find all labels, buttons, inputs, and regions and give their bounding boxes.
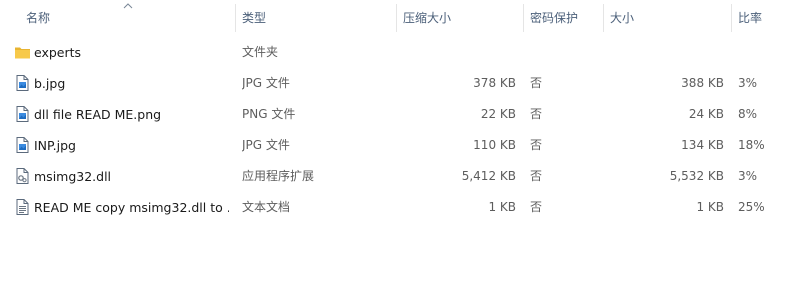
file-size: 1 KB (696, 200, 724, 214)
column-header-name[interactable]: 名称 (20, 0, 235, 37)
file-row-b-jpg[interactable]: b.jpg JPG 文件 378 KB 否 388 KB 3% (0, 68, 790, 99)
file-type: 文本文档 (242, 200, 291, 214)
image-file-icon (16, 75, 29, 91)
compressed-size: 22 KB (480, 107, 516, 121)
file-name: experts (34, 45, 82, 60)
text-file-icon (16, 199, 29, 215)
file-name: b.jpg (34, 76, 66, 91)
file-name-cell: msimg32.dll (14, 161, 229, 192)
compression-ratio: 8% (738, 107, 758, 121)
column-header-size[interactable]: 大小 (604, 0, 731, 37)
file-name: READ ME copy msimg32.dll to ... (34, 200, 229, 215)
file-name-cell: b.jpg (14, 68, 229, 99)
compression-ratio: 18% (738, 138, 765, 152)
file-size (606, 37, 724, 68)
file-name: dll file READ ME.png (34, 107, 162, 122)
file-size: 388 KB (681, 76, 724, 90)
compression-ratio: 25% (738, 200, 765, 214)
file-name-cell: INP.jpg (14, 130, 229, 161)
password-protected: 否 (530, 107, 543, 121)
file-size: 134 KB (681, 138, 724, 152)
password-protected: 否 (530, 169, 543, 183)
column-header-type[interactable]: 类型 (236, 0, 396, 37)
image-file-icon (16, 106, 29, 122)
password-protected: 否 (530, 138, 543, 152)
compression-ratio (738, 37, 788, 68)
file-name-cell: dll file READ ME.png (14, 99, 229, 130)
archive-file-list: 名称 类型 压缩大小 密码保护 大小 比率 experts 文件夹 b.jpg … (0, 0, 790, 282)
compression-ratio: 3% (738, 76, 758, 90)
file-row-dll-file-read-me-png[interactable]: dll file READ ME.png PNG 文件 22 KB 否 24 K… (0, 99, 790, 130)
password-protected: 否 (530, 76, 543, 90)
compressed-size: 5,412 KB (461, 169, 516, 183)
file-row-inp-jpg[interactable]: INP.jpg JPG 文件 110 KB 否 134 KB 18% (0, 130, 790, 161)
file-size: 5,532 KB (669, 169, 724, 183)
file-row-read-me-txt[interactable]: READ ME copy msimg32.dll to ... 文本文档 1 K… (0, 192, 790, 223)
file-type: JPG 文件 (242, 138, 290, 152)
file-name-cell: READ ME copy msimg32.dll to ... (14, 192, 229, 223)
compressed-size: 378 KB (473, 76, 516, 90)
password-protected (530, 37, 600, 68)
file-type: JPG 文件 (242, 76, 290, 90)
file-row-experts[interactable]: experts 文件夹 (0, 37, 790, 68)
file-name: msimg32.dll (34, 169, 112, 184)
compressed-size (396, 37, 516, 68)
folder-icon (15, 47, 30, 59)
image-file-icon (16, 137, 29, 153)
file-type: 文件夹 (242, 45, 279, 59)
column-header-ratio[interactable]: 比率 (732, 0, 790, 37)
column-header-compressed-size[interactable]: 压缩大小 (397, 0, 523, 37)
compressed-size: 110 KB (473, 138, 516, 152)
file-type: PNG 文件 (242, 107, 296, 121)
file-size: 24 KB (688, 107, 724, 121)
column-header-bar: 名称 类型 压缩大小 密码保护 大小 比率 (0, 0, 790, 37)
file-name-cell: experts (14, 37, 229, 68)
file-row-msimg32-dll[interactable]: msimg32.dll 应用程序扩展 5,412 KB 否 5,532 KB 3… (0, 161, 790, 192)
file-type: 应用程序扩展 (242, 169, 315, 183)
file-name: INP.jpg (34, 138, 76, 153)
column-header-password-protected[interactable]: 密码保护 (524, 0, 603, 37)
compression-ratio: 3% (738, 169, 758, 183)
file-rows: experts 文件夹 b.jpg JPG 文件 378 KB 否 388 KB… (0, 37, 790, 223)
compressed-size: 1 KB (488, 200, 516, 214)
password-protected: 否 (530, 200, 543, 214)
dll-file-icon (16, 168, 29, 184)
